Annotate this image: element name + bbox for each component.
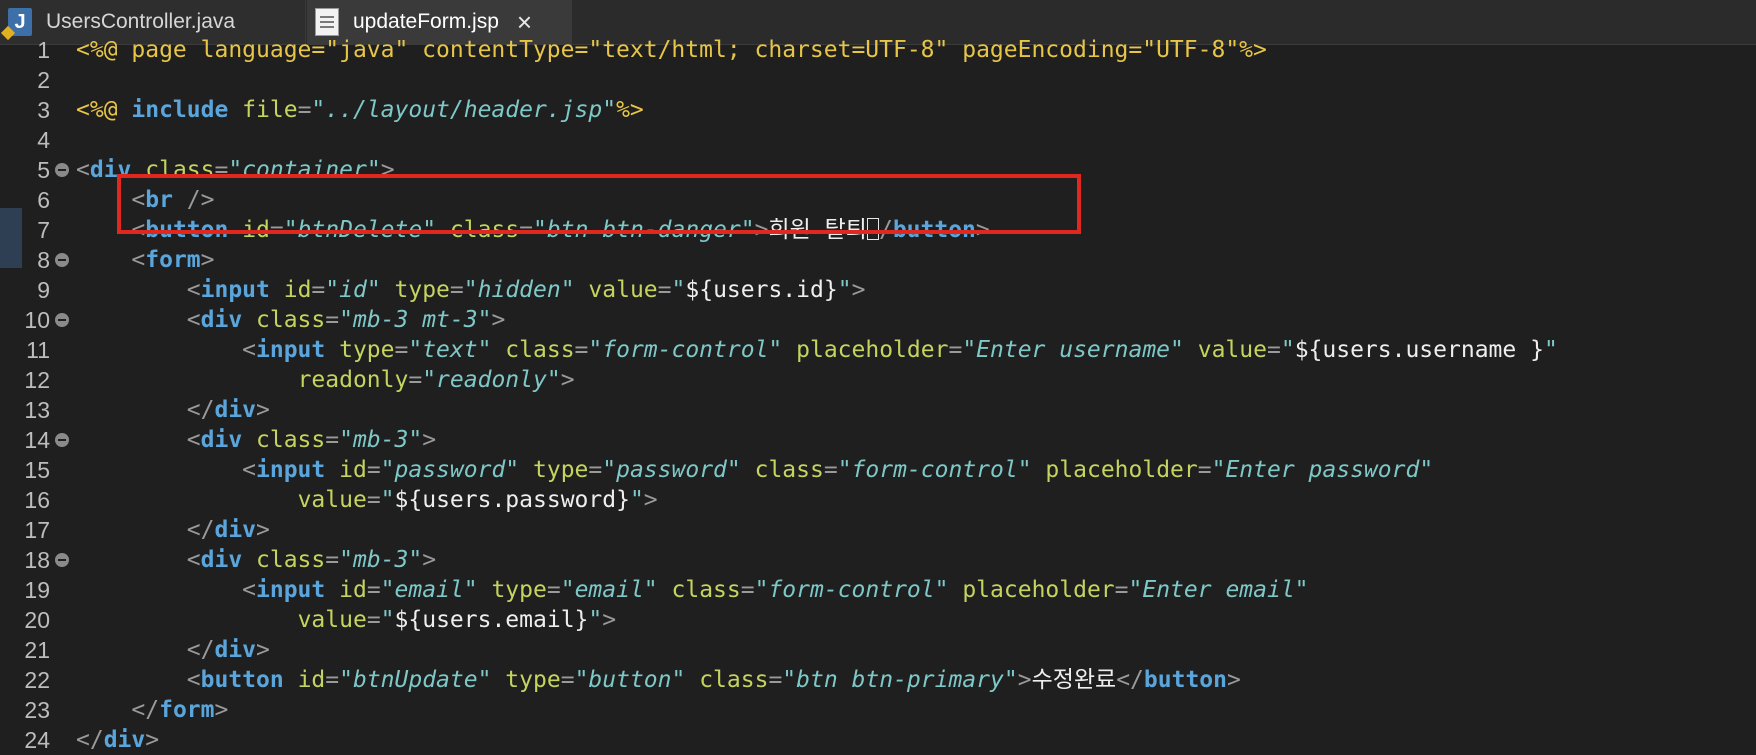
code-text: value="${users.password}"> [297,487,658,513]
code-line[interactable]: 14 <div class="mb-3"> [0,425,1756,455]
line-number: 17 [24,517,50,543]
code-line[interactable]: 3 <%@ include file="../layout/header.jsp"… [0,95,1756,125]
code-line[interactable]: 15 <input id="password" type="password" … [0,455,1756,485]
code-text: <input id="email" type="email" class="fo… [76,577,1309,603]
code-line[interactable]: 13 </div> [0,395,1756,425]
line-number: 12 [24,367,50,393]
code-line[interactable]: 2 [0,65,1756,95]
tab-label: UsersController.java [46,10,236,33]
code-text: value="${users.email}"> [297,607,617,633]
line-number: 3 [37,97,50,123]
line-number: 19 [24,577,50,603]
fold-collapse-icon[interactable] [55,313,69,327]
code-line[interactable]: 9 <input id="id" type="hidden" value="${… [0,275,1756,305]
line-number: 21 [24,637,50,663]
code-text: <button id="btnUpdate" type="button" cla… [76,667,1241,693]
code-editor[interactable]: 1 <%@ page language="java" contentType="t… [0,37,1756,753]
code-text: <%@ page language="java" contentType="te… [76,37,1267,63]
code-line[interactable]: 1 <%@ page language="java" contentType="t… [0,35,1756,65]
line-number: 11 [26,337,50,363]
code-text: <div class="mb-3 mt-3"> [76,307,506,333]
line-number: 8 [37,247,50,273]
code-text: </div> [76,637,270,663]
code-line[interactable]: 12 readonly="readonly"> [0,365,1756,395]
line-number: 16 [24,487,50,513]
fold-collapse-icon[interactable] [55,253,69,267]
line-number: 2 [37,67,50,93]
code-line[interactable]: 10 <div class="mb-3 mt-3"> [0,305,1756,335]
line-number: 18 [24,547,50,573]
line-number: 13 [24,397,50,423]
code-line[interactable]: 16 value="${users.password}"> [0,485,1756,515]
line-number: 14 [24,427,50,453]
code-line[interactable]: 19 <input id="email" type="email" class=… [0,575,1756,605]
code-text: <input type="text" class="form-control" … [76,337,1558,363]
code-text: </div> [76,397,270,423]
code-line[interactable]: 20 value="${users.email}"> [0,605,1756,635]
code-text: <%@ include file="../layout/header.jsp"%… [76,97,644,123]
code-text: </div> [76,727,160,753]
code-line[interactable]: 8 <form> [0,245,1756,275]
code-line[interactable]: 11 <input type="text" class="form-contro… [0,335,1756,365]
code-line[interactable]: 17 </div> [0,515,1756,545]
fold-collapse-icon[interactable] [55,163,69,177]
code-line[interactable]: 4 [0,125,1756,155]
highlight-box [117,174,1081,234]
java-file-icon: J [8,8,32,36]
code-text: <form> [76,247,215,273]
code-line[interactable]: 18 <div class="mb-3"> [0,545,1756,575]
line-number: 24 [24,727,50,753]
line-number: 1 [37,37,50,63]
code-line[interactable]: 21 </div> [0,635,1756,665]
line-number: 23 [24,697,50,723]
code-text: readonly="readonly"> [297,367,575,393]
line-number: 15 [24,457,50,483]
line-number: 4 [37,127,50,153]
fold-collapse-icon[interactable] [55,553,69,567]
code-line[interactable]: 23 </form> [0,695,1756,725]
code-text: <div class="mb-3"> [76,547,437,573]
line-number: 9 [37,277,50,303]
code-line[interactable]: 24 </div> [0,725,1756,755]
code-text: <div class="mb-3"> [76,427,437,453]
line-number: 20 [24,607,50,633]
line-number: 5 [37,157,50,183]
line-number: 6 [37,187,50,213]
code-line[interactable]: 22 <button id="btnUpdate" type="button" … [0,665,1756,695]
fold-collapse-icon[interactable] [55,433,69,447]
tab-label: updateForm.jsp [353,10,499,33]
line-number: 22 [24,667,50,693]
code-text: <input id="password" type="password" cla… [76,457,1434,483]
code-text: </form> [76,697,229,723]
jsp-file-icon [315,8,339,36]
line-number: 10 [24,307,50,333]
code-text: <input id="id" type="hidden" value="${us… [76,277,866,303]
close-icon[interactable]: × [517,9,532,35]
code-text: </div> [76,517,270,543]
line-number: 7 [37,217,50,243]
